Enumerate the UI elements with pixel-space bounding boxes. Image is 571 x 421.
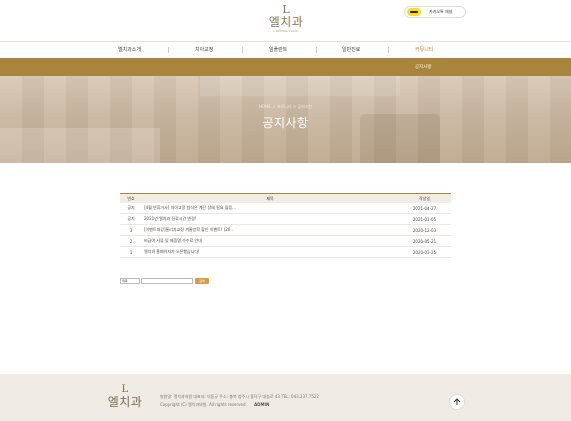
site-footer: L 엘치과 병원명: 엘치과의원 대표자: 이동규 주소: 충북 청주시 흥덕구… [0, 374, 571, 421]
site-logo[interactable]: L 엘치과 L DENTAL CLINIC [262, 4, 310, 38]
search-button[interactable]: 검색 [195, 278, 209, 284]
footer-copyright: Copyright (C) 엘치과의원. All rights reserved… [160, 402, 247, 407]
main-nav: 엘치과소개 치아교정 임플란트 일반진료 커뮤니티 [0, 43, 571, 57]
nav-item-about[interactable]: 엘치과소개 [118, 46, 141, 53]
footer-company-info: 병원명: 엘치과의원 대표자: 이동규 주소: 충북 청주시 흥덕구 대농로 4… [160, 394, 320, 399]
search-field-select[interactable]: 제목 [120, 278, 140, 284]
row-date: 2020-05-21 [412, 238, 437, 244]
footer-logo-mark: L [121, 384, 129, 395]
breadcrumb: HOME > 커뮤니티 > 공지사항 [258, 104, 313, 109]
board-header-row: 번호 제목 작성일 [120, 193, 451, 203]
footer-logo-text: 엘치과 [107, 395, 143, 409]
table-row: 공지 2021년 엘치과 진료시간 변경! 2021-01-05 [120, 214, 451, 225]
logo-text: 엘치과 [268, 15, 304, 29]
column-header-date: 작성일 [418, 195, 431, 201]
hero-ceiling-light [200, 76, 400, 96]
footer-logo: L 엘치과 [103, 384, 147, 409]
row-number: 1 [129, 249, 133, 255]
nav-divider [242, 47, 243, 53]
table-row: 1 엘치과 홈페이지가 오픈했습니다! 2020-03-25 [120, 247, 451, 258]
notice-board: 번호 제목 작성일 공지 [4월 연휴거사] 치아교정 방식은 계단 상태 필요… [120, 193, 451, 258]
row-date: 2020-12-03 [412, 227, 437, 233]
table-row: 3 [이벤트대강]울리치교정 겨울방학 할인 이벤트! (20.. 2020-1… [120, 225, 451, 236]
footer-copyright-line: Copyright (C) 엘치과의원. All rights reserved… [160, 401, 319, 409]
row-date: 2021-04-27 [412, 205, 437, 211]
nav-item-community[interactable]: 커뮤니티 [415, 46, 433, 53]
arrow-up-icon [453, 398, 461, 405]
logo-mark: L [282, 3, 290, 16]
sub-nav-item-notice[interactable]: 공지사항 [415, 64, 432, 70]
row-date: 2021-01-05 [412, 216, 437, 222]
row-number: 3 [129, 227, 133, 233]
page-hero: HOME > 커뮤니티 > 공지사항 공지사항 [0, 76, 571, 163]
nav-item-general[interactable]: 일반진료 [342, 46, 360, 53]
nav-divider [168, 47, 169, 53]
row-title-link[interactable]: 엘치과 홈페이지가 오픈했습니다! [142, 249, 398, 255]
kakao-channel-label: 카카오톡 채널 [429, 9, 453, 14]
row-date: 2020-03-25 [412, 249, 437, 255]
row-title-link[interactable]: [4월 연휴거사] 치아교정 방식은 계단 상태 필요 많음... [142, 205, 398, 211]
column-header-number: 번호 [127, 195, 135, 201]
kakao-icon [407, 8, 421, 16]
column-header-title: 제목 [266, 195, 274, 201]
board-search: 제목 검색 [120, 278, 209, 284]
row-title-link[interactable]: [이벤트대강]울리치교정 겨울방학 할인 이벤트! (20.. [142, 227, 398, 233]
logo-subtext: L DENTAL CLINIC [273, 29, 299, 33]
row-number: 2 [129, 238, 133, 244]
table-row: 공지 [4월 연휴거사] 치아교정 방식은 계단 상태 필요 많음... 202… [120, 203, 451, 214]
scroll-top-button[interactable] [449, 394, 465, 410]
nav-divider [316, 47, 317, 53]
nav-item-orthodontics[interactable]: 치아교정 [195, 46, 213, 53]
row-number: 공지 [127, 205, 135, 210]
search-input[interactable] [141, 278, 193, 284]
footer-info: 병원명: 엘치과의원 대표자: 이동규 주소: 충북 청주시 흥덕구 대농로 4… [160, 393, 319, 409]
row-number: 공지 [127, 216, 135, 221]
site-header: L 엘치과 L DENTAL CLINIC 카카오톡 채널 [0, 0, 571, 42]
table-row: 2 비급여 서류 및 제증명 수수료 안내 2020-05-21 [120, 236, 451, 247]
hero-reception-desk [0, 128, 160, 163]
page-title: 공지사항 [262, 116, 309, 130]
nav-divider [388, 47, 389, 53]
kakao-channel-button[interactable]: 카카오톡 채널 [404, 6, 466, 18]
admin-link[interactable]: ADMIN [254, 402, 269, 407]
sub-nav-band: 공지사항 [0, 58, 571, 76]
nav-item-implant[interactable]: 임플란트 [269, 46, 287, 53]
row-title-link[interactable]: 2021년 엘치과 진료시간 변경! [142, 216, 398, 222]
row-title-link[interactable]: 비급여 서류 및 제증명 수수료 안내 [142, 238, 398, 244]
